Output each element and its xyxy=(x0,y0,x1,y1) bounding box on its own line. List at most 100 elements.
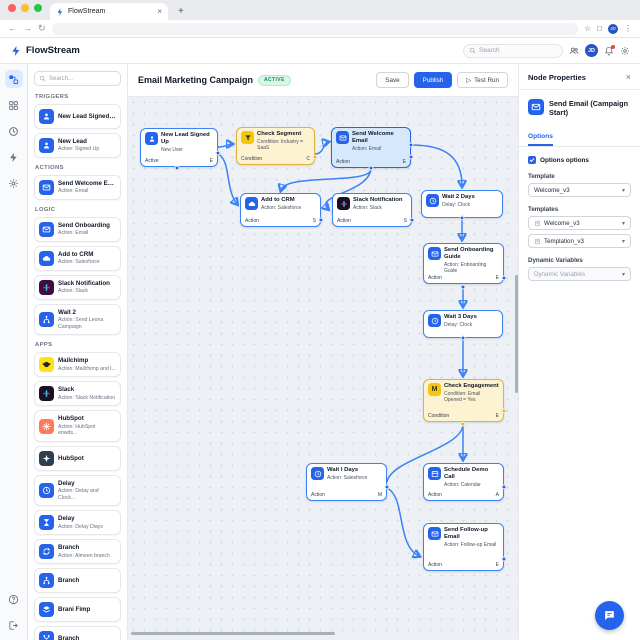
workflow-node[interactable]: Wait I Days Action: Salesforce Action M xyxy=(306,463,387,501)
tab-options[interactable]: Options xyxy=(528,133,553,147)
rail-nav-icon[interactable] xyxy=(4,70,23,88)
connection-port[interactable] xyxy=(408,142,414,148)
tab-close-icon[interactable]: × xyxy=(157,7,162,16)
global-search-input[interactable]: Search xyxy=(463,43,563,58)
forward-icon[interactable]: → xyxy=(23,24,32,33)
sidebar-node-card[interactable]: New Lead Active: Signed Up xyxy=(34,133,121,158)
dynamic-variables-select[interactable]: Dynamic Variables ▾ xyxy=(528,267,631,282)
sidebar-search-input[interactable]: Search... xyxy=(34,71,121,86)
connection-port[interactable] xyxy=(215,150,221,156)
sidebar-node-card[interactable]: Send Onboarding Action: Email xyxy=(34,217,121,242)
workflow-node[interactable]: Wait 2 Days Delay: Clock xyxy=(421,190,503,218)
back-icon[interactable]: ← xyxy=(8,24,17,33)
sidebar-node-card[interactable]: Delay Action: Delay and Clock... xyxy=(34,474,121,507)
connection-port[interactable] xyxy=(501,556,507,562)
node-type-icon xyxy=(39,573,54,589)
connection-port[interactable] xyxy=(501,484,507,490)
workflow-node[interactable]: Wait 3 Days Delay: Clock xyxy=(423,310,503,338)
save-button[interactable]: Save xyxy=(376,72,409,88)
template-select[interactable]: Welcome_v3 ▾ xyxy=(528,183,631,198)
connection-port[interactable] xyxy=(460,284,466,290)
team-members-icon[interactable] xyxy=(569,46,579,56)
connection-port[interactable] xyxy=(174,165,180,171)
workflow-canvas[interactable]: New Lead Signed Up New User Active E Che… xyxy=(128,97,518,640)
connection-port[interactable] xyxy=(460,335,466,341)
workflow-node[interactable]: Send Welcome Email Action: Email Action … xyxy=(331,127,411,168)
workflow-node-title: Check Engagement xyxy=(444,383,499,389)
sidebar-node-card[interactable]: HubSpot xyxy=(34,445,121,471)
sidebar-node-card[interactable]: Branch xyxy=(34,568,121,594)
app-name: FlowStream xyxy=(26,45,80,56)
traffic-light-zoom[interactable] xyxy=(34,4,42,12)
connection-port[interactable] xyxy=(501,408,507,414)
rail-nav-icon[interactable] xyxy=(5,148,23,166)
sidebar-node-card[interactable]: Slack Action: Slack Notification xyxy=(34,381,121,407)
templates-select-1[interactable]: Welcome_v3 ▾ xyxy=(528,216,631,231)
sidebar-section-label: LOGIC xyxy=(35,207,56,213)
workflow-node-icon xyxy=(245,197,258,210)
rail-nav-icon[interactable] xyxy=(5,122,23,140)
sidebar-node-card[interactable]: Mailchimp Action: Mailchimp and I... xyxy=(34,352,121,378)
workflow-node-title: Add to CRM xyxy=(261,197,295,203)
connection-port[interactable] xyxy=(318,217,324,223)
workflow-node[interactable]: Add to CRM Action: Salesforce Action S xyxy=(240,193,321,227)
browser-tab[interactable]: FlowStream × xyxy=(50,3,168,20)
browser-menu-icon[interactable]: ⋮ xyxy=(624,24,632,33)
node-card-title: Mailchimp xyxy=(58,357,89,365)
connection-port[interactable] xyxy=(384,484,390,490)
sidebar-node-card[interactable]: Branch xyxy=(34,626,121,640)
node-footer-letter: S xyxy=(312,218,316,224)
sidebar-node-card[interactable]: Slack Notification Action: Slack xyxy=(34,275,121,300)
panel-close-icon[interactable]: × xyxy=(626,72,631,82)
sidebar-node-card[interactable]: Brani Fimp xyxy=(34,597,121,623)
workflow-node[interactable]: Slack Notification Action: Slack Action … xyxy=(332,193,412,227)
app-logo[interactable]: FlowStream xyxy=(10,45,80,57)
horizontal-scrollbar[interactable] xyxy=(131,632,335,635)
bookmark-star-icon[interactable]: ☆ xyxy=(584,24,591,33)
rail-bottom-icon[interactable] xyxy=(5,590,23,608)
publish-button[interactable]: Publish xyxy=(413,72,453,88)
workflow-node[interactable]: Schedule Demo Call Action: Calendar Acti… xyxy=(423,463,504,501)
rail-bottom-icon[interactable] xyxy=(5,616,23,634)
workflow-node[interactable]: Send Onboarding Guide Action: Enboarding… xyxy=(423,243,504,284)
sidebar-node-card[interactable]: Add to CRM Action: Salesforce xyxy=(34,246,121,271)
workflow-node-title: Slack Notification xyxy=(353,197,403,203)
templates-select-2[interactable]: Templation_v3 ▾ xyxy=(528,234,631,249)
connection-port[interactable] xyxy=(312,154,318,160)
workflow-node-subtitle: Action: Salesforce xyxy=(261,204,302,211)
workflow-node[interactable]: M Check Engagement Condition: Email Open… xyxy=(423,379,504,422)
connection-port[interactable] xyxy=(460,421,466,427)
sidebar-node-card[interactable]: Send Welcome Email Action: Email xyxy=(34,175,121,200)
settings-gear-icon[interactable] xyxy=(620,46,630,56)
rail-nav-icon[interactable] xyxy=(5,174,23,192)
connection-port[interactable] xyxy=(409,217,415,223)
traffic-light-minimize[interactable] xyxy=(21,4,29,12)
connection-port[interactable] xyxy=(408,154,414,160)
options-checkbox[interactable] xyxy=(528,156,536,165)
sidebar-node-card[interactable]: New Lead Signed Up xyxy=(34,104,121,129)
connection-port[interactable] xyxy=(459,215,465,221)
traffic-light-close[interactable] xyxy=(8,4,16,12)
user-avatar[interactable]: JD xyxy=(585,44,598,57)
node-card-title: Add to CRM xyxy=(58,251,94,259)
tab-switcher-icon[interactable]: □ xyxy=(597,24,602,33)
sidebar-node-card[interactable]: Delay Action: Delay Diays xyxy=(34,510,121,536)
workflow-node-subtitle: Action: Calendar xyxy=(444,481,481,488)
connection-port[interactable] xyxy=(368,165,374,171)
new-tab-button[interactable]: + xyxy=(178,6,184,20)
connection-port[interactable] xyxy=(501,275,507,281)
browser-avatar[interactable]: JD xyxy=(608,23,618,34)
url-bar[interactable] xyxy=(51,22,578,35)
workflow-node[interactable]: Check Segment Condition: Industry = SaaS… xyxy=(236,127,315,165)
reload-icon[interactable]: ↻ xyxy=(38,24,46,33)
sidebar-node-card[interactable]: Wait 2 Action: Send Leona Campaign xyxy=(34,304,121,336)
node-type-icon xyxy=(39,602,54,618)
test-run-button[interactable]: ▷ Test Run xyxy=(457,72,508,88)
rail-nav-icon[interactable] xyxy=(5,96,23,114)
notifications-bell-icon[interactable] xyxy=(604,44,615,56)
workflow-node[interactable]: New Lead Signed Up New User Active E xyxy=(140,128,218,167)
sidebar-node-card[interactable]: HubSpot Action: HubSpot eowds... xyxy=(34,410,121,442)
workflow-node[interactable]: Send Follow-up Email Action: Follow-up E… xyxy=(423,523,504,571)
sidebar-node-card[interactable]: Branch Action: Almeen branch xyxy=(34,539,121,565)
chat-fab-button[interactable] xyxy=(595,601,624,630)
